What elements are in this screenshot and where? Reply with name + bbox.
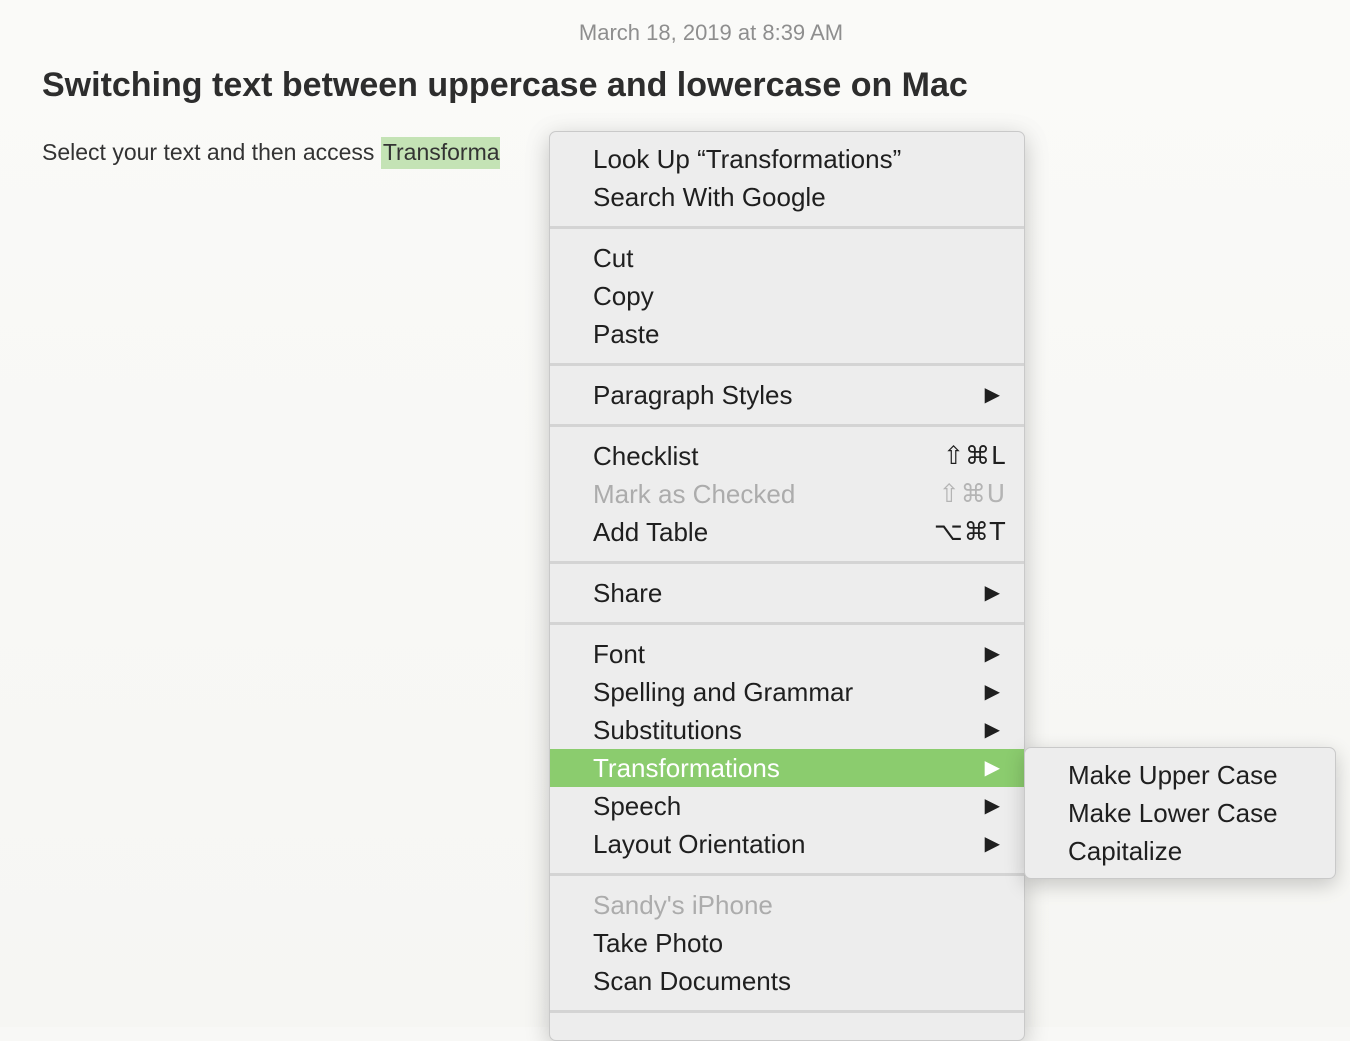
menu-item-label: Search With Google — [593, 182, 826, 212]
menu-item-transformations[interactable]: Transformations ▶ — [550, 749, 1024, 787]
menu-item-layout-orientation[interactable]: Layout Orientation ▶ — [550, 825, 1024, 863]
menu-item-make-upper-case[interactable]: Make Upper Case — [1025, 756, 1335, 794]
menu-item-copy[interactable]: Copy — [550, 277, 1024, 315]
menu-item-label: Share — [593, 578, 663, 608]
menu-item-take-photo[interactable]: Take Photo — [550, 924, 1024, 962]
menu-item-label: Layout Orientation — [593, 829, 806, 859]
menu-item-label: Take Photo — [593, 928, 724, 958]
menu-item-label: Spelling and Grammar — [593, 677, 854, 707]
menu-item-label: Font — [593, 639, 646, 669]
menu-item-label: Add Table — [593, 517, 709, 547]
menu-item-label: Capitalize — [1068, 836, 1183, 866]
menu-item-scan-documents[interactable]: Scan Documents — [550, 962, 1024, 1000]
note-body-text[interactable]: Select your text and then access — [42, 139, 381, 165]
menu-item-mark-as-checked: Mark as Checked ⇧⌘U — [550, 475, 1024, 513]
menu-item-label: Speech — [593, 791, 682, 821]
menu-item-cut[interactable]: Cut — [550, 239, 1024, 277]
menu-separator — [550, 622, 1024, 625]
menu-item-add-table[interactable]: Add Table ⌥⌘T — [550, 513, 1024, 551]
menu-item-label: Mark as Checked — [593, 479, 796, 509]
menu-separator — [550, 363, 1024, 366]
menu-item-make-lower-case[interactable]: Make Lower Case — [1025, 794, 1335, 832]
keyboard-shortcut: ⇧⌘L — [943, 441, 1006, 470]
note-date: March 18, 2019 at 8:39 AM — [578, 20, 844, 45]
transformations-submenu: Make Upper Case Make Lower Case Capitali… — [1024, 747, 1336, 879]
menu-item-spelling-grammar[interactable]: Spelling and Grammar ▶ — [550, 673, 1024, 711]
menu-item-checklist[interactable]: Checklist ⇧⌘L — [550, 437, 1024, 475]
menu-item-label: Make Lower Case — [1068, 798, 1278, 828]
menu-item-label: Substitutions — [593, 715, 742, 745]
note-body[interactable]: Select your text and then access Transfo… — [42, 137, 500, 169]
submenu-arrow-icon: ▶ — [984, 833, 1000, 855]
menu-item-label: Look Up “Transformations” — [593, 144, 902, 174]
menu-item-capitalize[interactable]: Capitalize — [1025, 832, 1335, 870]
menu-item-share[interactable]: Share ▶ — [550, 574, 1024, 612]
submenu-arrow-icon: ▶ — [984, 719, 1000, 741]
menu-item-paste[interactable]: Paste — [550, 315, 1024, 353]
menu-item-label: Cut — [593, 243, 634, 273]
menu-item-label: Sandy's iPhone — [593, 890, 773, 920]
menu-item-look-up[interactable]: Look Up “Transformations” — [550, 140, 1024, 178]
selected-text[interactable]: Transforma — [380, 137, 500, 169]
menu-separator — [550, 561, 1024, 564]
submenu-arrow-icon: ▶ — [984, 795, 1000, 817]
menu-separator — [550, 873, 1024, 876]
menu-item-label: Paste — [593, 319, 660, 349]
menu-item-label: Copy — [593, 281, 654, 311]
submenu-arrow-icon: ▶ — [984, 757, 1000, 779]
menu-item-label: Checklist — [593, 441, 699, 471]
submenu-arrow-icon: ▶ — [984, 582, 1000, 604]
submenu-arrow-icon: ▶ — [984, 384, 1000, 406]
menu-item-label: Scan Documents — [593, 966, 791, 996]
menu-item-label: Paragraph Styles — [593, 380, 793, 410]
note-title[interactable]: Switching text between uppercase and low… — [42, 66, 968, 105]
menu-item-speech[interactable]: Speech ▶ — [550, 787, 1024, 825]
keyboard-shortcut: ⌥⌘T — [933, 517, 1006, 546]
context-menu: Look Up “Transformations” Search With Go… — [549, 131, 1025, 1041]
keyboard-shortcut: ⇧⌘U — [938, 479, 1006, 508]
submenu-arrow-icon: ▶ — [984, 643, 1000, 665]
menu-item-substitutions[interactable]: Substitutions ▶ — [550, 711, 1024, 749]
menu-separator — [550, 226, 1024, 229]
menu-item-font[interactable]: Font ▶ — [550, 635, 1024, 673]
menu-separator — [550, 1010, 1024, 1013]
menu-section-device-header: Sandy's iPhone — [550, 886, 1024, 924]
menu-item-label: Transformations — [593, 753, 780, 783]
menu-item-label: Make Upper Case — [1068, 760, 1278, 790]
submenu-arrow-icon: ▶ — [984, 681, 1000, 703]
menu-separator — [550, 424, 1024, 427]
menu-item-search-google[interactable]: Search With Google — [550, 178, 1024, 216]
menu-item-paragraph-styles[interactable]: Paragraph Styles ▶ — [550, 376, 1024, 414]
